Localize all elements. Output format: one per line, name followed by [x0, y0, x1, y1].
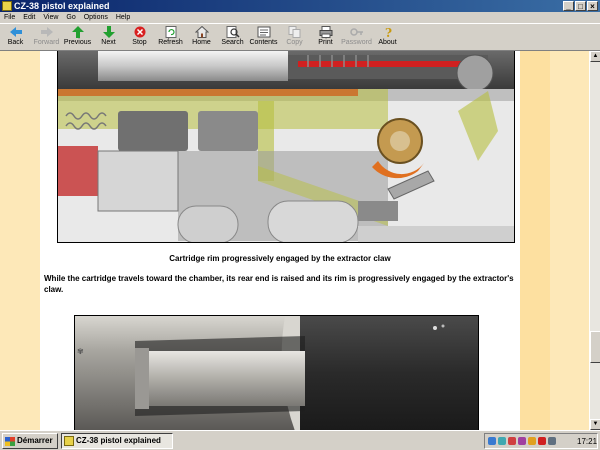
menu-go[interactable]: Go: [62, 12, 79, 23]
svg-text:?: ?: [385, 26, 392, 38]
title-bar: CZ-38 pistol explained _ □ ×: [0, 0, 600, 12]
forward-button[interactable]: Forward: [31, 24, 62, 51]
up-arrow-icon: [71, 26, 85, 38]
refresh-button[interactable]: Refresh: [155, 24, 186, 51]
refresh-label: Refresh: [158, 39, 183, 46]
print-button[interactable]: Print: [310, 24, 341, 51]
svg-text:✾: ✾: [77, 347, 84, 356]
left-margin-band: [0, 51, 40, 430]
mechanism-diagram: [57, 51, 515, 243]
body-paragraph: While the cartridge travels toward the c…: [44, 274, 514, 294]
maximize-button[interactable]: □: [575, 1, 586, 11]
window-title: CZ-38 pistol explained: [14, 1, 110, 11]
windows-logo-icon: [5, 437, 15, 446]
taskbar: Démarrer CZ-38 pistol explained: [0, 430, 600, 450]
contents-label: Contents: [249, 39, 278, 46]
down-arrow-icon: [102, 26, 116, 38]
menu-bar: File Edit View Go Options Help: [0, 12, 600, 23]
about-label: About: [378, 39, 397, 46]
home-icon: [194, 26, 209, 38]
right-margin-band: [550, 51, 589, 430]
search-label: Search: [221, 39, 244, 46]
back-button[interactable]: Back: [0, 24, 31, 51]
taskbar-clock[interactable]: 17:21: [577, 437, 597, 446]
security-icon[interactable]: [538, 437, 546, 445]
app-icon: [64, 436, 74, 446]
search-icon: [226, 26, 240, 38]
close-button[interactable]: ×: [587, 1, 598, 11]
antivirus-icon[interactable]: [508, 437, 516, 445]
window-controls: _ □ ×: [563, 1, 598, 11]
menu-help[interactable]: Help: [112, 12, 134, 23]
password-button[interactable]: Password: [341, 24, 372, 51]
help-icon: ?: [381, 26, 395, 38]
chamber-photo: ✾: [74, 315, 479, 430]
sync-icon[interactable]: [498, 437, 506, 445]
contents-button[interactable]: Contents: [248, 24, 279, 51]
copy-button[interactable]: Copy: [279, 24, 310, 51]
next-button[interactable]: Next: [93, 24, 124, 51]
previous-label: Previous: [63, 39, 92, 46]
contents-icon: [257, 26, 271, 38]
start-button[interactable]: Démarrer: [2, 433, 58, 449]
app-icon: [2, 1, 12, 11]
next-label: Next: [101, 39, 116, 46]
print-label: Print: [318, 39, 333, 46]
previous-button[interactable]: Previous: [62, 24, 93, 51]
vertical-scrollbar[interactable]: ▲ ▼: [589, 51, 600, 430]
document-viewport[interactable]: Cartridge rim progressively engaged by t…: [0, 51, 589, 430]
scroll-up-button[interactable]: ▲: [590, 51, 600, 62]
right-accent-band: [520, 51, 550, 430]
toolbar: Back Forward Previous Next Stop Refresh …: [0, 23, 600, 51]
stop-label: Stop: [132, 39, 147, 46]
copy-icon: [288, 26, 302, 38]
scroll-thumb[interactable]: [590, 331, 600, 363]
task-label: CZ-38 pistol explained: [76, 436, 161, 445]
tray-app-icon[interactable]: [518, 437, 526, 445]
scroll-down-button[interactable]: ▼: [590, 419, 600, 430]
menu-options[interactable]: Options: [80, 12, 112, 23]
start-label: Démarrer: [17, 436, 53, 445]
copy-label: Copy: [286, 39, 303, 46]
notification-icon[interactable]: [528, 437, 536, 445]
home-label: Home: [192, 39, 211, 46]
home-button[interactable]: Home: [186, 24, 217, 51]
stop-button[interactable]: Stop: [124, 24, 155, 51]
search-button[interactable]: Search: [217, 24, 248, 51]
minimize-button[interactable]: _: [563, 1, 574, 11]
back-arrow-icon: [9, 26, 23, 38]
about-button[interactable]: ? About: [372, 24, 403, 51]
menu-edit[interactable]: Edit: [19, 12, 39, 23]
key-icon: [349, 26, 364, 38]
password-label: Password: [341, 39, 372, 46]
forward-arrow-icon: [40, 26, 54, 38]
figure-caption: Cartridge rim progressively engaged by t…: [169, 254, 391, 263]
back-label: Back: [7, 39, 24, 46]
volume-icon[interactable]: [548, 437, 556, 445]
network-icon[interactable]: [488, 437, 496, 445]
stop-icon: [133, 26, 147, 38]
menu-file[interactable]: File: [0, 12, 19, 23]
print-icon: [319, 26, 333, 38]
refresh-icon: [164, 26, 178, 38]
taskbar-item-active[interactable]: CZ-38 pistol explained: [61, 433, 173, 449]
menu-view[interactable]: View: [39, 12, 62, 23]
forward-label: Forward: [33, 39, 60, 46]
